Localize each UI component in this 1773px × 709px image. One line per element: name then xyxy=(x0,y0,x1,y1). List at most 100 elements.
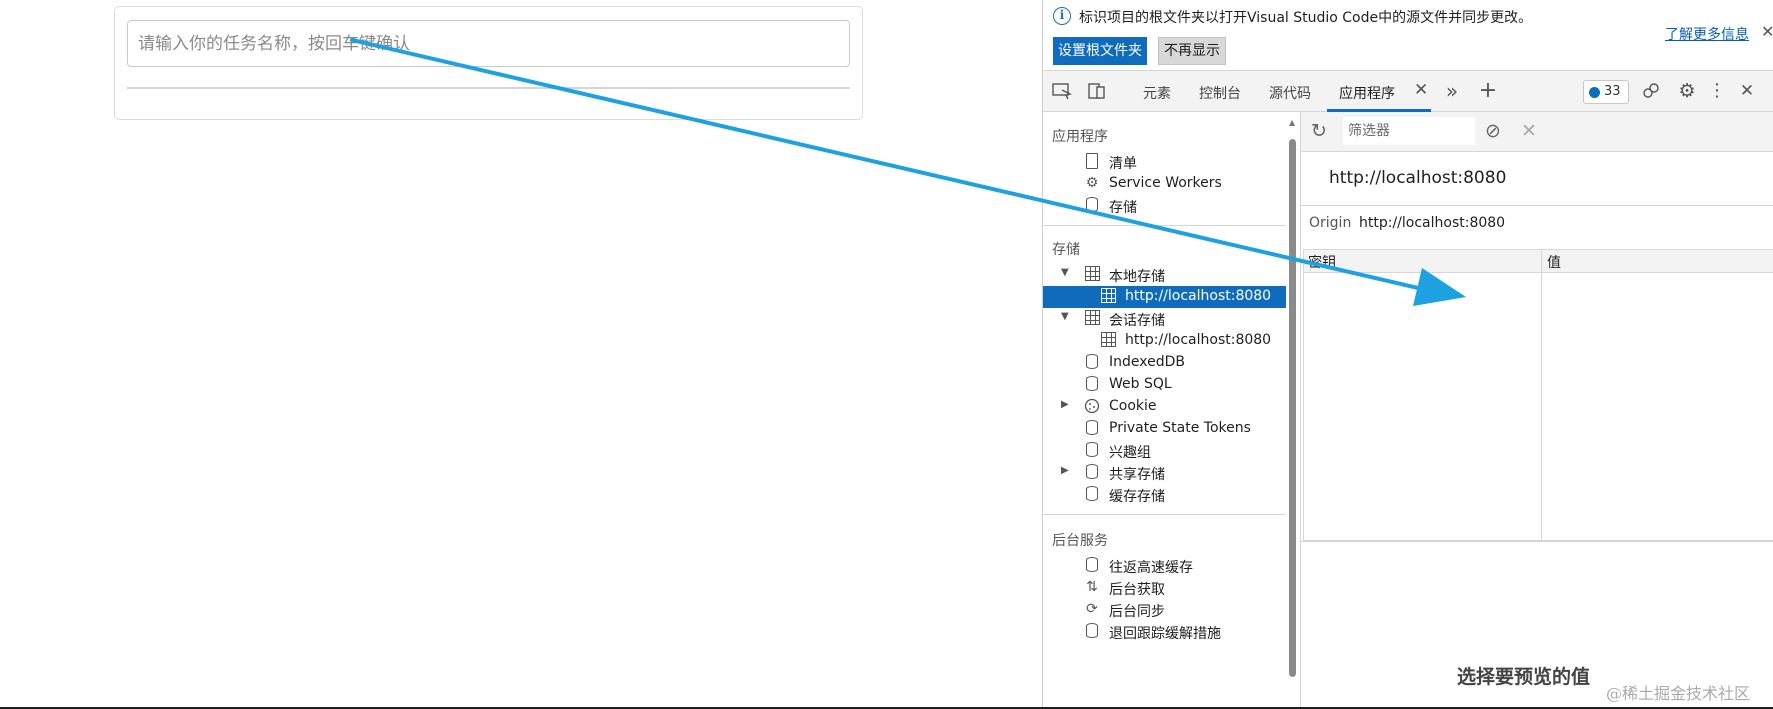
more-tabs-icon[interactable]: » xyxy=(1441,81,1463,101)
sidebar-item-cookie[interactable]: ▶ Cookie xyxy=(1043,396,1287,418)
sidebar-item-label: 退回跟踪缓解措施 xyxy=(1109,626,1221,642)
sidebar-item-label: 清单 xyxy=(1109,156,1137,172)
sidebar-item-session-storage[interactable]: ▼ 会话存储 xyxy=(1043,308,1287,330)
sidebar-item-label: Service Workers xyxy=(1109,175,1222,191)
sidebar-item-local-storage[interactable]: ▼ 本地存储 xyxy=(1043,264,1287,286)
table-grid-icon xyxy=(1100,332,1116,349)
add-tab-icon[interactable]: + xyxy=(1477,80,1499,102)
sidebar-item-label: 后台同步 xyxy=(1109,604,1165,620)
table-grid-icon xyxy=(1100,288,1116,305)
clear-all-icon[interactable]: ⊘ xyxy=(1485,120,1501,142)
column-header-key[interactable]: 密钥 xyxy=(1308,252,1336,272)
sidebar-item-cache-storage[interactable]: 缓存存储 xyxy=(1043,484,1287,506)
close-devtools-icon[interactable]: ✕ xyxy=(1736,81,1758,101)
database-icon xyxy=(1084,420,1100,437)
tab-sources[interactable]: 源代码 xyxy=(1269,83,1311,103)
column-divider[interactable] xyxy=(1541,250,1542,542)
devtools-panel: i 标识项目的根文件夹以打开Visual Studio Code中的源文件并同步… xyxy=(1042,0,1773,709)
database-icon xyxy=(1084,623,1100,640)
table-grid-icon xyxy=(1084,266,1100,283)
storage-main-panel: ↻ ⊘ ✕ http://localhost:8080 Origin http:… xyxy=(1301,112,1773,709)
sidebar-item-label: 往返高速缓存 xyxy=(1109,560,1193,576)
database-icon xyxy=(1084,197,1100,214)
tab-application[interactable]: 应用程序 xyxy=(1339,83,1395,103)
sidebar-item-shared-storage[interactable]: ▶ 共享存储 xyxy=(1043,462,1287,484)
up-down-arrows-icon: ⇅ xyxy=(1086,579,1098,595)
sidebar-item-bounce-tracking[interactable]: 退回跟踪缓解措施 xyxy=(1043,621,1287,643)
sidebar-item-label: 兴趣组 xyxy=(1109,445,1151,461)
sidebar-item-indexeddb[interactable]: IndexedDB xyxy=(1043,352,1287,374)
application-sidebar: 应用程序 清单 ⚙ Service Workers 存储 存储 ▼ 本地存储 h… xyxy=(1043,112,1301,709)
sidebar-item-label: 后台获取 xyxy=(1109,582,1165,598)
task-name-input[interactable] xyxy=(127,20,850,67)
origin-value: http://localhost:8080 xyxy=(1359,215,1506,231)
sidebar-item-storage[interactable]: 存储 xyxy=(1043,195,1287,217)
sidebar-item-background-sync[interactable]: ⟳ 后台同步 xyxy=(1043,599,1287,621)
sidebar-item-label: 本地存储 xyxy=(1109,269,1165,285)
sidebar-item-label: http://localhost:8080 xyxy=(1125,288,1272,304)
sidebar-item-session-storage-origin[interactable]: http://localhost:8080 xyxy=(1043,330,1287,352)
sidebar-item-label: Cookie xyxy=(1109,398,1157,414)
sidebar-item-interest-groups[interactable]: 兴趣组 xyxy=(1043,440,1287,462)
expand-triangle-icon[interactable]: ▼ xyxy=(1061,311,1069,322)
sidebar-item-label: 存储 xyxy=(1109,200,1137,216)
settings-gear-icon[interactable]: ⚙ xyxy=(1676,81,1698,101)
devtools-tabbar: 元素 控制台 源代码 应用程序 ✕ » + 33 ⚙ ⋮ ✕ xyxy=(1043,70,1773,112)
scrollbar-thumb[interactable] xyxy=(1289,139,1296,677)
database-icon xyxy=(1084,442,1100,459)
issues-badge[interactable]: 33 xyxy=(1583,80,1629,104)
delete-selected-icon[interactable]: ✕ xyxy=(1521,120,1537,142)
filter-input[interactable] xyxy=(1343,117,1475,145)
cookie-icon xyxy=(1084,398,1100,415)
sidebar-item-web-sql[interactable]: Web SQL xyxy=(1043,374,1287,396)
sidebar-item-label: 会话存储 xyxy=(1109,313,1165,329)
scroll-up-arrow-icon[interactable]: ▲ xyxy=(1289,118,1295,127)
device-toolbar-icon[interactable] xyxy=(1086,81,1108,101)
sidebar-item-manifest[interactable]: 清单 xyxy=(1043,151,1287,173)
origin-label: Origin xyxy=(1309,215,1352,231)
column-header-value[interactable]: 值 xyxy=(1547,252,1561,272)
origin-title: http://localhost:8080 xyxy=(1329,168,1507,188)
infobar-close-icon[interactable]: ✕ xyxy=(1761,22,1773,41)
expand-triangle-icon[interactable]: ▼ xyxy=(1061,267,1069,278)
sidebar-item-bfcache[interactable]: 往返高速缓存 xyxy=(1043,555,1287,577)
infobar: i 标识项目的根文件夹以打开Visual Studio Code中的源文件并同步… xyxy=(1043,0,1773,70)
sidebar-item-background-fetch[interactable]: ⇅ 后台获取 xyxy=(1043,577,1287,599)
collapsed-triangle-icon[interactable]: ▶ xyxy=(1061,465,1069,476)
document-icon xyxy=(1084,153,1100,170)
sidebar-item-label: 缓存存储 xyxy=(1109,489,1165,505)
sidebar-item-private-state-tokens[interactable]: Private State Tokens xyxy=(1043,418,1287,440)
storage-table: 密钥 值 xyxy=(1303,249,1773,542)
refresh-icon[interactable]: ↻ xyxy=(1311,120,1327,142)
more-options-icon[interactable]: ⋮ xyxy=(1706,81,1728,101)
tab-elements[interactable]: 元素 xyxy=(1143,83,1171,103)
sidebar-item-service-workers[interactable]: ⚙ Service Workers xyxy=(1043,173,1287,195)
sidebar-item-label: Private State Tokens xyxy=(1109,420,1251,436)
learn-more-link[interactable]: 了解更多信息 xyxy=(1665,24,1749,44)
database-icon xyxy=(1084,376,1100,393)
collapsed-triangle-icon[interactable]: ▶ xyxy=(1061,399,1069,410)
sidebar-divider xyxy=(1043,225,1287,226)
info-icon: i xyxy=(1053,7,1071,25)
dont-show-again-button[interactable]: 不再显示 xyxy=(1158,37,1226,65)
database-icon xyxy=(1084,486,1100,503)
storage-toolbar: ↻ ⊘ ✕ xyxy=(1301,112,1773,152)
sidebar-item-label: http://localhost:8080 xyxy=(1125,332,1272,348)
sidebar-item-label: 共享存储 xyxy=(1109,467,1165,483)
database-icon xyxy=(1084,557,1100,574)
preview-placeholder: 选择要预览的值 xyxy=(1457,666,1591,688)
database-icon xyxy=(1084,354,1100,371)
inspect-element-icon[interactable] xyxy=(1051,81,1073,101)
customize-icon[interactable] xyxy=(1640,81,1662,101)
sidebar-scrollbar[interactable]: ▲ xyxy=(1286,112,1299,709)
section-storage: 存储 xyxy=(1052,242,1080,258)
origin-divider xyxy=(1301,205,1773,206)
todo-card xyxy=(114,6,863,120)
close-tab-icon[interactable]: ✕ xyxy=(1414,80,1428,100)
set-root-folder-button[interactable]: 设置根文件夹 xyxy=(1053,37,1147,65)
sidebar-item-local-storage-origin[interactable]: http://localhost:8080 xyxy=(1043,286,1287,308)
infobar-message: 标识项目的根文件夹以打开Visual Studio Code中的源文件并同步更改… xyxy=(1079,10,1533,26)
section-background-services: 后台服务 xyxy=(1052,533,1108,549)
tab-console[interactable]: 控制台 xyxy=(1199,83,1241,103)
table-header-row: 密钥 值 xyxy=(1304,250,1773,273)
